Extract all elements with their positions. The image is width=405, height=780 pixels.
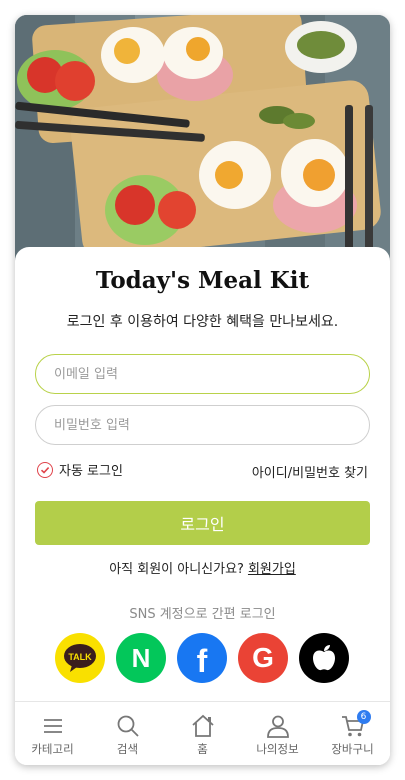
naver-login-button[interactable]: N	[116, 633, 166, 683]
bottom-tab-bar: 카테고리 검색 홈 나의정보 6 장바구니	[15, 701, 390, 765]
tab-my-info-label: 나의정보	[256, 742, 299, 756]
facebook-icon: f	[196, 642, 208, 679]
apple-login-button[interactable]	[299, 633, 349, 683]
hero-food-image	[15, 15, 390, 265]
menu-icon	[43, 719, 62, 733]
app-title: Today's Meal Kit	[95, 267, 310, 294]
kakao-talk-icon: TALK	[64, 644, 96, 672]
tab-cart-label: 장바구니	[331, 742, 374, 756]
signup-link[interactable]: 회원가입	[248, 562, 296, 577]
phone-frame: Today's Meal Kit 로그인 후 이용하여 다양한 혜택을 만나보세…	[15, 15, 390, 765]
apple-icon	[313, 645, 335, 671]
tab-home[interactable]: 홈	[165, 702, 240, 765]
cart-count-badge: 6	[356, 710, 371, 724]
facebook-login-button[interactable]: f	[177, 633, 227, 683]
login-card: Today's Meal Kit 로그인 후 이용하여 다양한 혜택을 만나보세…	[15, 247, 390, 765]
user-icon	[266, 715, 289, 738]
kakao-login-button[interactable]: TALK	[55, 633, 105, 683]
home-icon	[191, 714, 214, 737]
check-circle-icon	[37, 461, 53, 478]
tab-category[interactable]: 카테고리	[15, 702, 90, 765]
kakao-talk-text: TALK	[68, 652, 92, 662]
auto-login-label: 자동 로그인	[59, 464, 123, 479]
sns-login-buttons: TALK N f G	[55, 633, 349, 683]
login-subtitle: 로그인 후 이용하여 다양한 혜택을 만나보세요.	[66, 314, 339, 330]
auto-login-checkbox[interactable]: 자동 로그인	[37, 460, 123, 479]
tab-cart[interactable]: 6 장바구니	[315, 702, 390, 765]
tab-home-label: 홈	[197, 742, 208, 756]
sns-login-label: SNS 계정으로 간편 로그인	[129, 607, 276, 622]
password-input[interactable]	[35, 405, 370, 445]
google-login-button[interactable]: G	[238, 633, 288, 683]
search-icon	[117, 715, 139, 737]
tab-my-info[interactable]: 나의정보	[240, 702, 315, 765]
login-button[interactable]: 로그인	[35, 501, 370, 545]
tab-search[interactable]: 검색	[90, 702, 165, 765]
find-account-link[interactable]: 아이디/비밀번호 찾기	[252, 462, 368, 481]
naver-icon: N	[131, 642, 151, 673]
signup-prompt: 아직 회원이 아니신가요?	[109, 562, 244, 577]
google-icon: G	[252, 642, 274, 673]
tab-search-label: 검색	[116, 742, 139, 756]
email-input[interactable]	[35, 354, 370, 394]
signup-row: 아직 회원이 아니신가요? 회원가입	[15, 558, 390, 577]
tab-category-label: 카테고리	[31, 742, 74, 756]
